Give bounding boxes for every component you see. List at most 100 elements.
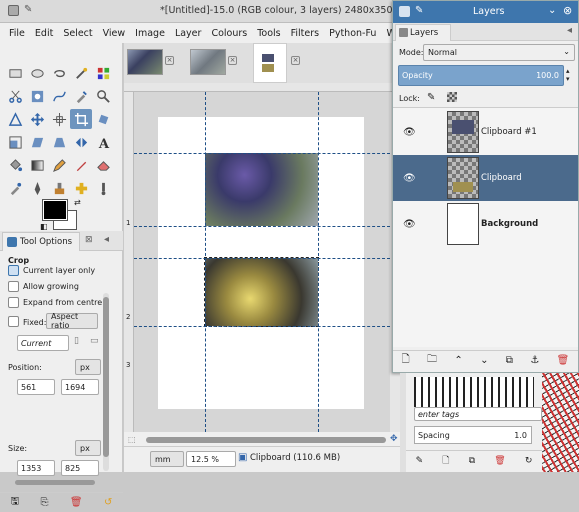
tab-menu-icon[interactable]: ◂ (104, 234, 109, 245)
flip-icon[interactable] (70, 132, 92, 152)
default-colors-icon[interactable]: ◧ (40, 222, 48, 231)
perspective-icon[interactable] (48, 132, 70, 152)
fixed-mode-select[interactable]: Aspect ratio (46, 312, 98, 330)
edit-brush-icon[interactable]: ✎ (416, 456, 424, 466)
duplicate-layer-icon[interactable]: ⧉ (506, 355, 513, 366)
eye-icon[interactable]: 👁 (403, 127, 416, 138)
heal-icon[interactable] (70, 178, 92, 198)
quick-mask-icon[interactable]: ⬚ (128, 435, 136, 444)
save-options-icon[interactable]: 🖫 (11, 494, 20, 511)
duplicate-brush-icon[interactable]: ⧉ (469, 456, 475, 466)
pin-icon[interactable]: ✎ (415, 5, 423, 16)
tab-menu-icon[interactable]: ◂ (567, 25, 572, 36)
zoom-select[interactable]: 12.5 % (186, 451, 236, 467)
ellipse-select-icon[interactable] (26, 63, 48, 83)
layer-row[interactable]: 👁 Background (393, 201, 578, 247)
canvas-viewport[interactable] (134, 92, 390, 432)
gradient-icon[interactable] (26, 155, 48, 175)
opacity-slider[interactable]: Opacity 100.0 (398, 65, 564, 86)
size-height-input[interactable]: 825 (61, 460, 99, 476)
text-icon[interactable]: A (92, 132, 114, 152)
rect-select-icon[interactable] (4, 63, 26, 83)
move-icon[interactable] (26, 109, 48, 129)
close-icon[interactable]: × (228, 56, 237, 65)
unit-select[interactable]: mm (150, 451, 184, 467)
position-unit-select[interactable]: px (75, 359, 101, 375)
menu-layer[interactable]: Layer (170, 28, 207, 39)
horizontal-scrollbar[interactable] (146, 437, 386, 443)
navigate-icon[interactable]: ✥ (390, 434, 398, 444)
restore-options-icon[interactable]: ⎘ (41, 497, 49, 508)
close-icon[interactable]: ⊠ (85, 235, 93, 245)
position-x-input[interactable]: 561 (17, 379, 55, 395)
refresh-icon[interactable]: ↻ (525, 456, 533, 466)
paintbrush-icon[interactable] (70, 155, 92, 175)
lock-pixels-icon[interactable]: ✎ (427, 92, 435, 103)
tool-options-scrollbar[interactable] (103, 293, 109, 471)
measure-icon[interactable] (4, 109, 26, 129)
close-icon[interactable]: × (291, 56, 300, 65)
shear-icon[interactable] (26, 132, 48, 152)
minimize-icon[interactable]: ⌄ (548, 5, 556, 16)
tab-tool-options[interactable]: Tool Options (2, 232, 80, 251)
menu-view[interactable]: View (98, 28, 131, 39)
pencil-icon[interactable] (48, 155, 70, 175)
mode-select[interactable]: Normal ⌄ (423, 44, 575, 61)
expand-from-centre-checkbox[interactable] (8, 297, 19, 308)
aspect-ratio-field[interactable]: Current (17, 335, 69, 351)
lock-alpha-icon[interactable] (447, 92, 457, 102)
delete-layer-icon[interactable]: 🗑 (557, 355, 570, 366)
tab-layers[interactable]: Layers (395, 24, 451, 41)
smudge-icon[interactable] (92, 178, 114, 198)
layer-row-selected[interactable]: 👁 Clipboard (393, 155, 578, 201)
eraser-icon[interactable] (92, 155, 114, 175)
zoom-icon[interactable] (92, 86, 114, 106)
delete-brush-icon[interactable]: 🗑 (494, 456, 505, 466)
menu-select[interactable]: Select (58, 28, 97, 39)
pin-icon[interactable]: ✎ (24, 4, 32, 15)
menu-tools[interactable]: Tools (252, 28, 285, 39)
menu-python-fu[interactable]: Python-Fu (324, 28, 381, 39)
spacing-slider[interactable]: Spacing 1.0 (414, 426, 532, 444)
scissors-icon[interactable] (4, 86, 26, 106)
eye-icon[interactable]: 👁 (403, 173, 416, 184)
scale-icon[interactable] (4, 132, 26, 152)
new-brush-icon[interactable]: 🗋 (442, 453, 449, 469)
menu-colours[interactable]: Colours (206, 28, 252, 39)
reset-options-icon[interactable]: ↺ (104, 497, 112, 508)
aspect-portrait-icon[interactable]: ▯ (74, 336, 79, 346)
paths-icon[interactable] (48, 86, 70, 106)
fixed-checkbox[interactable] (8, 316, 19, 327)
lasso-icon[interactable] (48, 63, 70, 83)
menu-file[interactable]: File (4, 28, 30, 39)
image-tab-1[interactable] (127, 49, 163, 75)
ink-icon[interactable] (26, 178, 48, 198)
size-unit-select[interactable]: px (75, 440, 101, 456)
eye-icon[interactable]: 👁 (403, 219, 416, 230)
position-y-input[interactable]: 1694 (61, 379, 99, 395)
crop-icon[interactable] (70, 109, 92, 129)
color-picker-icon[interactable] (70, 86, 92, 106)
fuzzy-select-icon[interactable] (70, 63, 92, 83)
menu-edit[interactable]: Edit (30, 28, 58, 39)
select-by-color-icon[interactable] (92, 63, 114, 83)
lower-layer-icon[interactable]: ⌄ (480, 355, 488, 366)
tags-input[interactable]: enter tags (414, 407, 542, 421)
size-width-input[interactable]: 1353 (17, 460, 55, 476)
menu-image[interactable]: Image (130, 28, 170, 39)
tool-options-hscrollbar[interactable] (15, 480, 95, 485)
swap-colors-icon[interactable]: ⇄ (74, 198, 81, 207)
rotate-icon[interactable] (92, 109, 114, 129)
image-tab-3-active[interactable] (253, 43, 287, 83)
aspect-landscape-icon[interactable]: ▭ (90, 336, 99, 346)
clone-icon[interactable] (48, 178, 70, 198)
raise-layer-icon[interactable]: ⌃ (454, 355, 462, 366)
new-group-icon[interactable]: 🗀 (427, 352, 437, 369)
align-icon[interactable] (48, 109, 70, 129)
image-tab-2[interactable] (190, 49, 226, 75)
airbrush-icon[interactable] (4, 178, 26, 198)
anchor-icon[interactable]: ⚓ (530, 355, 539, 366)
foreground-select-icon[interactable] (26, 86, 48, 106)
foreground-color-swatch[interactable] (42, 199, 68, 221)
close-icon[interactable]: ⊗ (563, 4, 572, 17)
